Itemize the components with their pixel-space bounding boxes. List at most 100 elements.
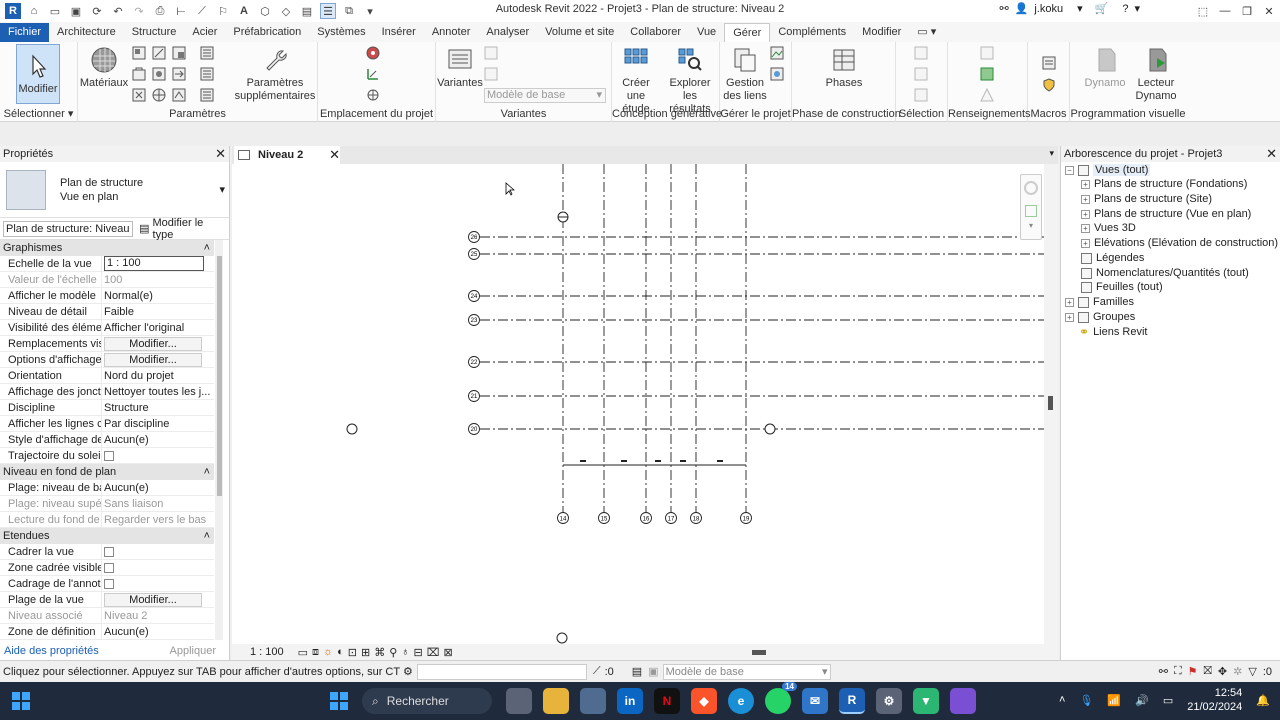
- global-parameters-icon[interactable]: [152, 88, 166, 102]
- save-selection-icon[interactable]: [914, 46, 928, 60]
- workset-icon[interactable]: ⚙: [403, 665, 413, 678]
- ribbon-options-icon[interactable]: ▭ ▾: [909, 23, 944, 42]
- ribbon-tab-4[interactable]: Préfabrication: [225, 23, 309, 42]
- macro-security-icon[interactable]: [1042, 78, 1056, 92]
- tree-item-legendes[interactable]: Légendes: [1081, 252, 1144, 264]
- prop-row[interactable]: Afficher les lignes c... Par discipline: [0, 416, 214, 432]
- ribbon-tab-6[interactable]: Insérer: [374, 23, 424, 42]
- project-parameters-icon[interactable]: [132, 67, 146, 81]
- battery-icon[interactable]: ▭: [1163, 694, 1173, 707]
- modifier-button[interactable]: Modifier: [16, 44, 60, 104]
- design-options-icon[interactable]: ▤: [632, 665, 642, 678]
- pick-to-edit-icon[interactable]: [484, 67, 498, 81]
- parametres-supplementaires-button[interactable]: Paramètres supplémentaires: [234, 46, 316, 103]
- mep-settings-icon[interactable]: [200, 67, 214, 81]
- ribbon-tab-7[interactable]: Annoter: [424, 23, 479, 42]
- grid-drawing[interactable]: 14 15 16 17 18 19 26 25 24 23 22 21 20: [232, 164, 1044, 644]
- binoculars-icon[interactable]: ⚯: [999, 2, 1008, 15]
- view-range-button[interactable]: Modifier...: [104, 593, 202, 607]
- reveal-hidden-icon[interactable]: ♁: [401, 646, 409, 658]
- chevron-down-icon[interactable]: ▾: [1077, 2, 1083, 15]
- ribbon-tab-12[interactable]: Gérer: [724, 23, 771, 42]
- ribbon-tab-3[interactable]: Acier: [184, 23, 225, 42]
- 3d-view-icon[interactable]: ⬡: [257, 3, 273, 19]
- tree-item-familles[interactable]: + Familles: [1065, 296, 1134, 308]
- switch-windows-icon[interactable]: ⧉: [341, 3, 357, 19]
- tree-item-vues-3d[interactable]: + Vues 3D: [1081, 222, 1136, 234]
- warnings-icon[interactable]: [980, 88, 994, 102]
- purge-icon[interactable]: [132, 88, 146, 102]
- position-icon[interactable]: [366, 88, 380, 102]
- ribbon-tab-11[interactable]: Vue: [689, 23, 724, 42]
- location-icon[interactable]: [366, 46, 380, 60]
- prop-row[interactable]: Visibilité des éléme... Afficher l'origin…: [0, 320, 214, 336]
- crop-region-icon[interactable]: ⊞: [361, 646, 370, 659]
- variantes-button[interactable]: Variantes: [437, 46, 483, 90]
- ribbon-tab-13[interactable]: Compléments: [770, 23, 854, 42]
- crop-visible-checkbox[interactable]: [104, 563, 114, 573]
- view-scale[interactable]: 1 : 100: [250, 646, 284, 658]
- ids-of-selection-icon[interactable]: [980, 46, 994, 60]
- tree-item-plans-site[interactable]: + Plans de structure (Site): [1081, 193, 1212, 205]
- widgets-icon[interactable]: [326, 688, 352, 714]
- open-icon[interactable]: ▭: [47, 3, 63, 19]
- clock[interactable]: 12:54 21/02/2024: [1187, 686, 1242, 714]
- volume-icon[interactable]: 🔊: [1135, 694, 1149, 707]
- close-icon[interactable]: ✕: [1266, 146, 1277, 162]
- windows-start-icon[interactable]: [8, 688, 34, 714]
- apply-button[interactable]: Appliquer: [164, 644, 222, 658]
- temp-hide-icon[interactable]: ⚲: [389, 646, 397, 659]
- select-underlay-icon[interactable]: ⛶: [1174, 665, 1182, 678]
- revit-taskbar-icon[interactable]: R: [839, 688, 865, 714]
- transfer-standards-icon[interactable]: [172, 67, 186, 81]
- scale-input[interactable]: 1 : 100: [104, 256, 204, 271]
- instance-filter-select[interactable]: Plan de structure: Niveau▾: [3, 220, 134, 249]
- prop-row[interactable]: Afficher le modèle Normal(e): [0, 288, 214, 304]
- sun-path-icon[interactable]: ☼: [323, 646, 333, 658]
- decal-types-icon[interactable]: [770, 67, 784, 81]
- modifier-display-button[interactable]: Modifier...: [104, 353, 202, 367]
- revit-app-icon[interactable]: R: [5, 3, 21, 19]
- zoom-icon[interactable]: [1025, 205, 1037, 217]
- section-graphismes[interactable]: Graphismes ˄: [0, 240, 214, 256]
- edit-type-button[interactable]: Modifier le type: [153, 217, 226, 241]
- ribbon-tab-14[interactable]: Modifier: [854, 23, 909, 42]
- close-tab-icon[interactable]: ✕: [329, 147, 340, 163]
- edit-selection-icon[interactable]: [914, 88, 928, 102]
- drag-elements-icon[interactable]: ✥: [1218, 665, 1227, 678]
- gestion-liens-button[interactable]: Gestion des liens: [722, 46, 768, 103]
- detail-level-icon[interactable]: ▭: [298, 646, 308, 659]
- text-icon[interactable]: A: [236, 3, 252, 19]
- design-option-select[interactable]: Modèle de base ▾: [484, 88, 606, 103]
- save-icon[interactable]: ▣: [68, 3, 84, 19]
- crop-view-icon[interactable]: ⊡: [348, 646, 357, 659]
- object-styles-icon[interactable]: [132, 46, 146, 60]
- file-explorer-icon[interactable]: [543, 688, 569, 714]
- crop-view-checkbox[interactable]: [104, 547, 114, 557]
- annotation-crop-checkbox[interactable]: [104, 579, 114, 589]
- settings-icon[interactable]: ⚙: [876, 688, 902, 714]
- select-by-face-icon[interactable]: ⛝: [1204, 665, 1212, 678]
- select-pinned-icon[interactable]: ⚑: [1188, 665, 1198, 678]
- notifications-icon[interactable]: 🔔: [1256, 694, 1270, 707]
- creer-etude-button[interactable]: Créer une étude: [612, 46, 660, 116]
- task-view-icon[interactable]: [506, 688, 532, 714]
- coordinates-icon[interactable]: [366, 67, 380, 81]
- properties-help-link[interactable]: Aide des propriétés: [4, 645, 99, 657]
- close-hidden-icon[interactable]: ☰: [320, 3, 336, 19]
- dimension-icon[interactable]: ⟋: [194, 3, 210, 19]
- snaps-icon[interactable]: [152, 46, 166, 60]
- linkedin-icon[interactable]: in: [617, 688, 643, 714]
- prop-row[interactable]: Orientation Nord du projet: [0, 368, 214, 384]
- cart-icon[interactable]: 🛒: [1095, 2, 1109, 15]
- ribbon-tab-9[interactable]: Volume et site: [537, 23, 622, 42]
- hscroll-thumb[interactable]: [752, 650, 766, 655]
- elevation-marker-south[interactable]: [556, 632, 568, 644]
- ribbon-tab-5[interactable]: Systèmes: [309, 23, 373, 42]
- tree-item-groupes[interactable]: + Groupes: [1065, 311, 1135, 323]
- add-to-set-icon[interactable]: [484, 46, 498, 60]
- tree-item-plans-vue-en-plan[interactable]: + Plans de structure (Vue en plan): [1081, 208, 1251, 220]
- explorer-resultats-button[interactable]: Explorer les résultats: [662, 46, 718, 116]
- help-icon[interactable]: ?: [1122, 3, 1128, 15]
- design-option-field[interactable]: Modèle de base ▾: [662, 663, 831, 680]
